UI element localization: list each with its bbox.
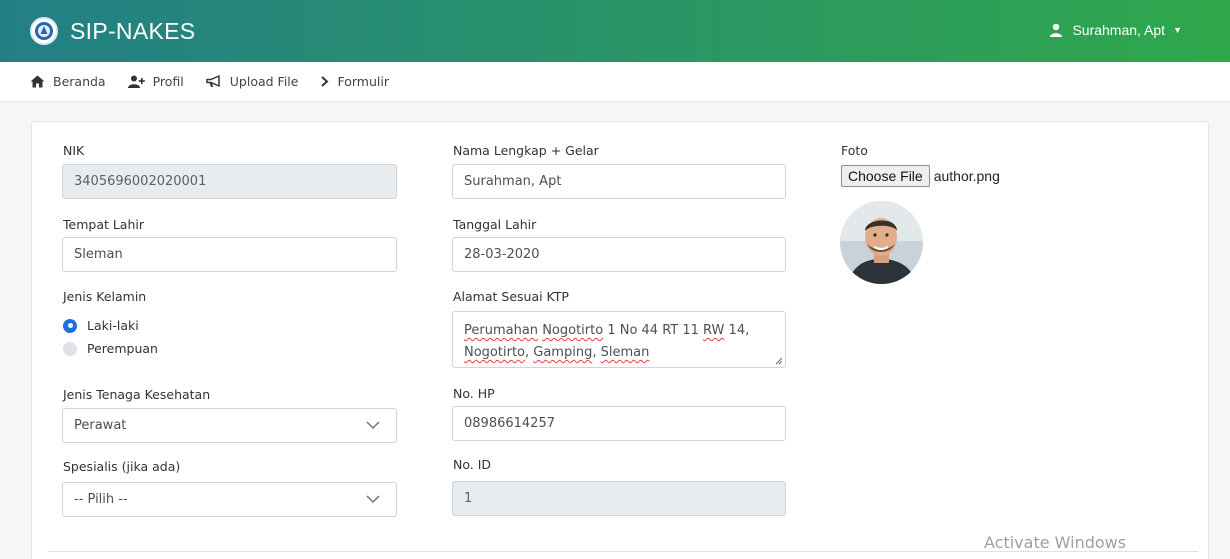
nav-label: Profil: [152, 74, 184, 89]
chevron-down-icon: [366, 495, 380, 504]
app-title: SIP-NAKES: [70, 17, 196, 44]
tanggal-lahir-field[interactable]: 28-03-2020: [452, 237, 786, 272]
radio-laki-laki[interactable]: Laki-laki: [63, 318, 139, 333]
no-hp-field[interactable]: 08986614257: [452, 406, 786, 441]
alamat-label: Alamat Sesuai KTP: [453, 289, 569, 304]
jenis-tenaga-label: Jenis Tenaga Kesehatan: [63, 387, 211, 402]
tempat-lahir-label: Tempat Lahir: [63, 217, 145, 232]
spesialis-label: Spesialis (jika ada): [63, 459, 181, 474]
avatar: [840, 201, 923, 284]
user-menu[interactable]: Surahman, Apt ▼: [1049, 22, 1182, 38]
radio-perempuan[interactable]: Perempuan: [63, 341, 158, 356]
nav-item-profil[interactable]: Profil: [127, 74, 184, 89]
home-icon: [30, 75, 45, 88]
chevron-down-icon: [366, 421, 380, 430]
bullhorn-icon: [206, 75, 220, 87]
no-hp-label: No. HP: [453, 386, 495, 401]
user-name: Surahman, Apt: [1072, 22, 1166, 38]
nav-item-upload-file[interactable]: Upload File: [206, 74, 299, 89]
file-name: author.png: [933, 168, 1000, 184]
nav-label: Formulir: [337, 74, 389, 89]
top-navbar: SIP-NAKES Surahman, Apt ▼: [0, 0, 1230, 62]
select-value: Perawat: [74, 418, 127, 433]
radio-unchecked-icon[interactable]: [63, 341, 77, 356]
logo-icon: [30, 17, 58, 45]
resize-grip-icon[interactable]: [775, 357, 783, 365]
nav-item-formulir[interactable]: Formulir: [320, 74, 389, 89]
breadcrumb-nav: Beranda Profil Upload File Formulir: [0, 62, 1230, 102]
user-icon: [1050, 23, 1063, 37]
user-plus-icon: [127, 75, 145, 88]
foto-label: Foto: [841, 143, 868, 158]
activate-windows-watermark: Activate Windows: [984, 533, 1127, 552]
nav-label: Upload File: [229, 74, 299, 89]
radio-checked-icon[interactable]: [63, 318, 77, 333]
choose-file-button[interactable]: Choose File: [841, 165, 930, 187]
nav-item-beranda[interactable]: Beranda: [30, 74, 106, 89]
tanggal-lahir-label: Tanggal Lahir: [453, 217, 537, 232]
alamat-line-1: Perumahan Nogotirto 1 No 44 RT 11 RW 14,: [464, 323, 750, 338]
nik-label: NIK: [63, 143, 85, 158]
alamat-textarea[interactable]: Perumahan Nogotirto 1 No 44 RT 11 RW 14,…: [452, 311, 786, 368]
jenis-tenaga-select[interactable]: Perawat: [62, 408, 397, 443]
nama-field[interactable]: Surahman, Apt: [452, 164, 786, 199]
caret-down-icon: ▼: [1173, 25, 1182, 35]
brand[interactable]: SIP-NAKES: [30, 17, 195, 45]
nik-field[interactable]: 3405696002020001: [62, 164, 397, 199]
chevron-right-icon: [321, 76, 329, 87]
no-id-label: No. ID: [453, 457, 492, 472]
file-input[interactable]: Choose File author.png: [841, 165, 1000, 187]
spesialis-select[interactable]: -- Pilih --: [62, 482, 397, 517]
jenis-kelamin-label: Jenis Kelamin: [63, 289, 147, 304]
nama-label: Nama Lengkap + Gelar: [453, 143, 599, 158]
radio-label: Perempuan: [87, 341, 158, 356]
radio-label: Laki-laki: [87, 318, 139, 333]
tempat-lahir-field[interactable]: Sleman: [62, 237, 397, 272]
no-id-field[interactable]: 1: [452, 481, 786, 516]
select-value: -- Pilih --: [74, 492, 128, 507]
nav-label: Beranda: [53, 74, 106, 89]
alamat-line-2: Nogotirto, Gamping, Sleman: [464, 345, 650, 360]
